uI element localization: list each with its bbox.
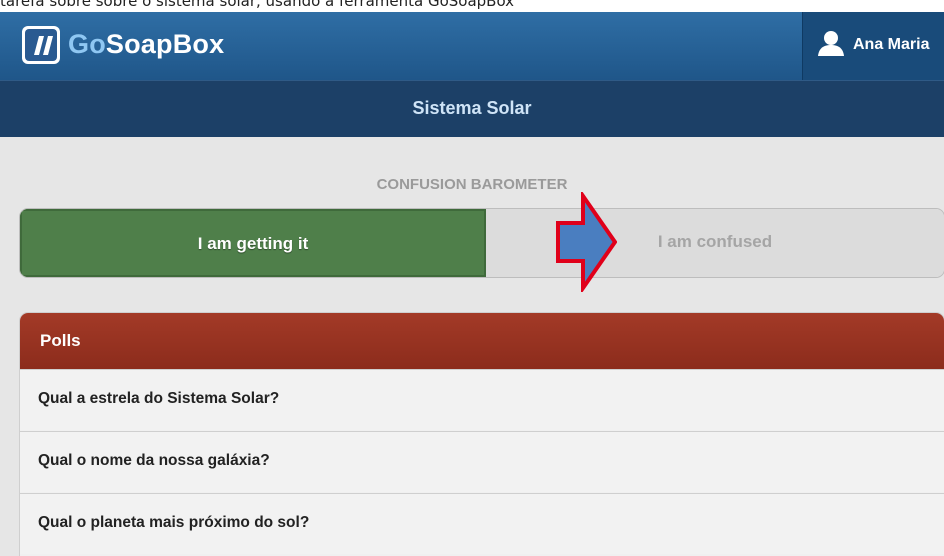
- app-header: GoSoapBox Ana Maria: [0, 12, 944, 80]
- arrow-right-icon: [556, 192, 617, 292]
- poll-item[interactable]: Qual o nome da nossa galáxia?: [20, 431, 944, 492]
- confusion-barometer: I am getting it I am confused: [20, 209, 944, 277]
- app-logo-text[interactable]: GoSoapBox: [68, 29, 224, 60]
- polls-panel: Polls Qual a estrela do Sistema Solar? Q…: [20, 313, 944, 556]
- polls-title: Polls: [40, 331, 81, 350]
- gosoapbox-logo-icon[interactable]: [22, 26, 60, 64]
- poll-question: Qual o nome da nossa galáxia?: [38, 452, 270, 469]
- poll-question: Qual a estrela do Sistema Solar?: [38, 390, 280, 407]
- getting-it-label: I am getting it: [197, 234, 309, 253]
- user-menu-button[interactable]: Ana Maria: [802, 12, 944, 80]
- user-icon: [818, 31, 844, 56]
- polls-header: Polls: [20, 313, 944, 369]
- event-title: Sistema Solar: [412, 98, 532, 118]
- barometer-label: CONFUSION BAROMETER: [376, 176, 568, 193]
- poll-item[interactable]: Qual a estrela do Sistema Solar?: [20, 369, 944, 430]
- document-caption-fragment: tarefa sobre sobre o sistema solar, usan…: [0, 0, 944, 12]
- getting-it-button[interactable]: I am getting it: [20, 209, 486, 277]
- poll-question: Qual o planeta mais próximo do sol?: [38, 514, 310, 531]
- event-title-bar: Sistema Solar: [0, 80, 944, 137]
- caption-text: tarefa sobre sobre o sistema solar, usan…: [0, 0, 515, 10]
- poll-item[interactable]: Qual o planeta mais próximo do sol?: [20, 493, 944, 554]
- user-name: Ana Maria: [853, 36, 930, 53]
